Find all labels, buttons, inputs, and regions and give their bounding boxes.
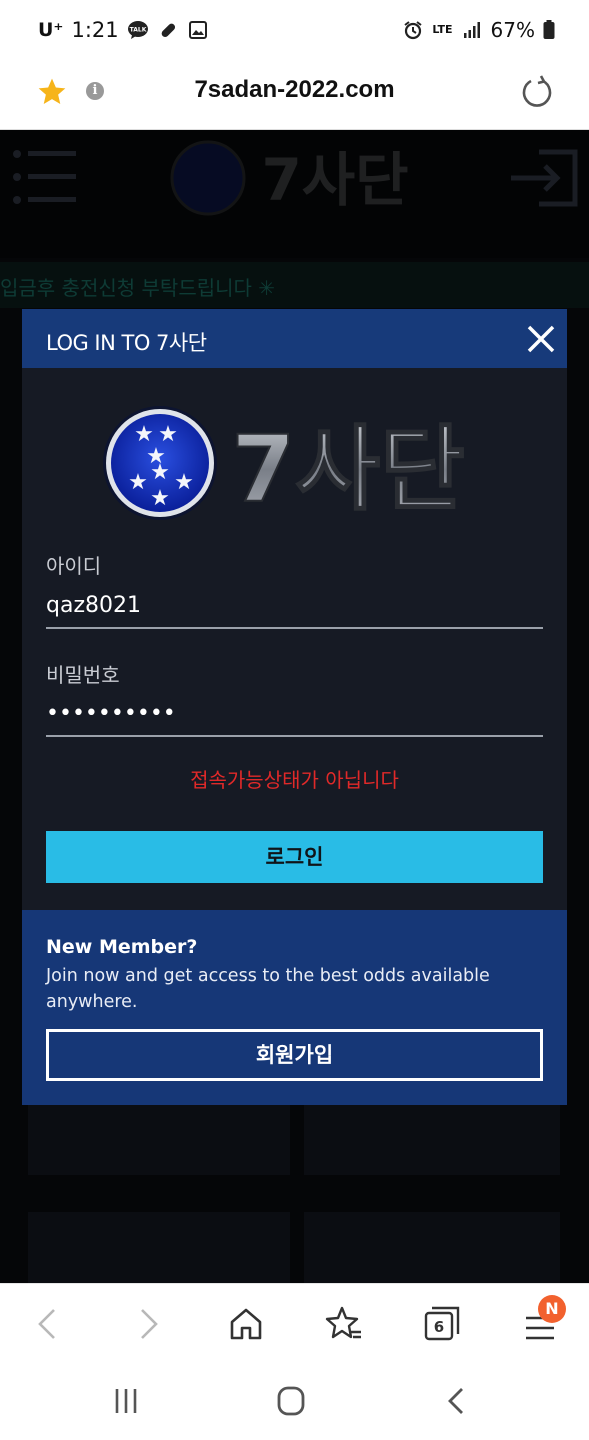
svg-text:6: 6 bbox=[434, 1318, 444, 1336]
new-member-panel: New Member? Join now and get access to t… bbox=[22, 910, 567, 1105]
login-button[interactable]: 로그인 bbox=[46, 831, 543, 883]
home-nav-icon[interactable] bbox=[273, 1385, 309, 1417]
signal-icon bbox=[461, 19, 483, 41]
id-label: 아이디 bbox=[46, 554, 102, 578]
svg-text:★: ★ bbox=[150, 486, 170, 511]
password-label: 비밀번호 bbox=[46, 663, 120, 687]
error-message: 접속가능상태가 아닙니다 bbox=[190, 768, 399, 792]
recent-apps-icon[interactable] bbox=[108, 1385, 144, 1417]
notification-badge: N bbox=[538, 1295, 566, 1323]
site-header: 7사단 bbox=[0, 130, 589, 258]
svg-text:★: ★ bbox=[128, 470, 148, 495]
new-member-text: Join now and get access to the best odds… bbox=[46, 966, 490, 1012]
battery-icon bbox=[543, 19, 555, 41]
talk-icon: TALK bbox=[127, 19, 149, 41]
game-thumbnail bbox=[28, 1212, 290, 1283]
brand-logo: ★ ★ ★ ★ ★ ★ ★ 7사단 bbox=[102, 401, 487, 525]
battery-percent: 67% bbox=[490, 18, 535, 42]
svg-text:7사단: 7사단 bbox=[231, 416, 464, 523]
new-member-title: New Member? bbox=[46, 936, 198, 958]
svg-text:TALK: TALK bbox=[129, 27, 146, 34]
login-modal: LOG IN TO 7사단 ★★ ★★ ★★★ 7사단 아이디 비밀번호 접속가… bbox=[22, 309, 567, 1105]
forward-icon[interactable] bbox=[128, 1304, 168, 1344]
home-icon[interactable] bbox=[226, 1304, 266, 1344]
svg-text:★: ★ bbox=[174, 470, 194, 495]
game-thumbnail bbox=[304, 1212, 560, 1283]
image-icon bbox=[187, 19, 209, 41]
info-icon[interactable]: i bbox=[86, 82, 104, 100]
back-nav-icon[interactable] bbox=[438, 1385, 474, 1417]
pill-icon bbox=[157, 19, 179, 41]
notice-marquee: 입금후 충전신청 부탁드립니다 ✳ bbox=[0, 262, 589, 308]
clock: 1:21 bbox=[71, 18, 119, 42]
status-bar: U⁺ 1:21 TALK LTE 67% bbox=[0, 0, 589, 62]
hamburger-icon bbox=[12, 148, 78, 208]
carrier-label: U⁺ bbox=[38, 19, 64, 41]
id-input[interactable] bbox=[46, 589, 543, 629]
game-thumbnail bbox=[304, 1105, 560, 1175]
star-icon[interactable] bbox=[36, 76, 68, 108]
bookmarks-icon[interactable] bbox=[324, 1304, 364, 1344]
modal-title: LOG IN TO 7사단 bbox=[46, 331, 207, 355]
password-input[interactable] bbox=[46, 697, 543, 737]
alarm-icon bbox=[402, 19, 424, 41]
url-bar: 7sadan-2022.com i bbox=[0, 62, 589, 130]
browser-toolbar: 6 N bbox=[0, 1283, 589, 1363]
site-logo: 7사단 bbox=[170, 138, 420, 218]
back-icon[interactable] bbox=[28, 1304, 68, 1344]
system-nav-bar bbox=[0, 1363, 589, 1440]
login-icon bbox=[509, 146, 581, 210]
svg-text:7사단: 7사단 bbox=[261, 146, 408, 214]
svg-text:★: ★ bbox=[150, 460, 170, 485]
signup-button[interactable]: 회원가입 bbox=[46, 1029, 543, 1081]
tabs-icon[interactable]: 6 bbox=[422, 1304, 462, 1344]
modal-header: LOG IN TO 7사단 bbox=[22, 309, 567, 368]
network-label: LTE bbox=[432, 23, 453, 36]
reload-icon[interactable] bbox=[521, 74, 553, 108]
close-icon[interactable] bbox=[525, 323, 557, 355]
game-thumbnail bbox=[28, 1105, 290, 1175]
